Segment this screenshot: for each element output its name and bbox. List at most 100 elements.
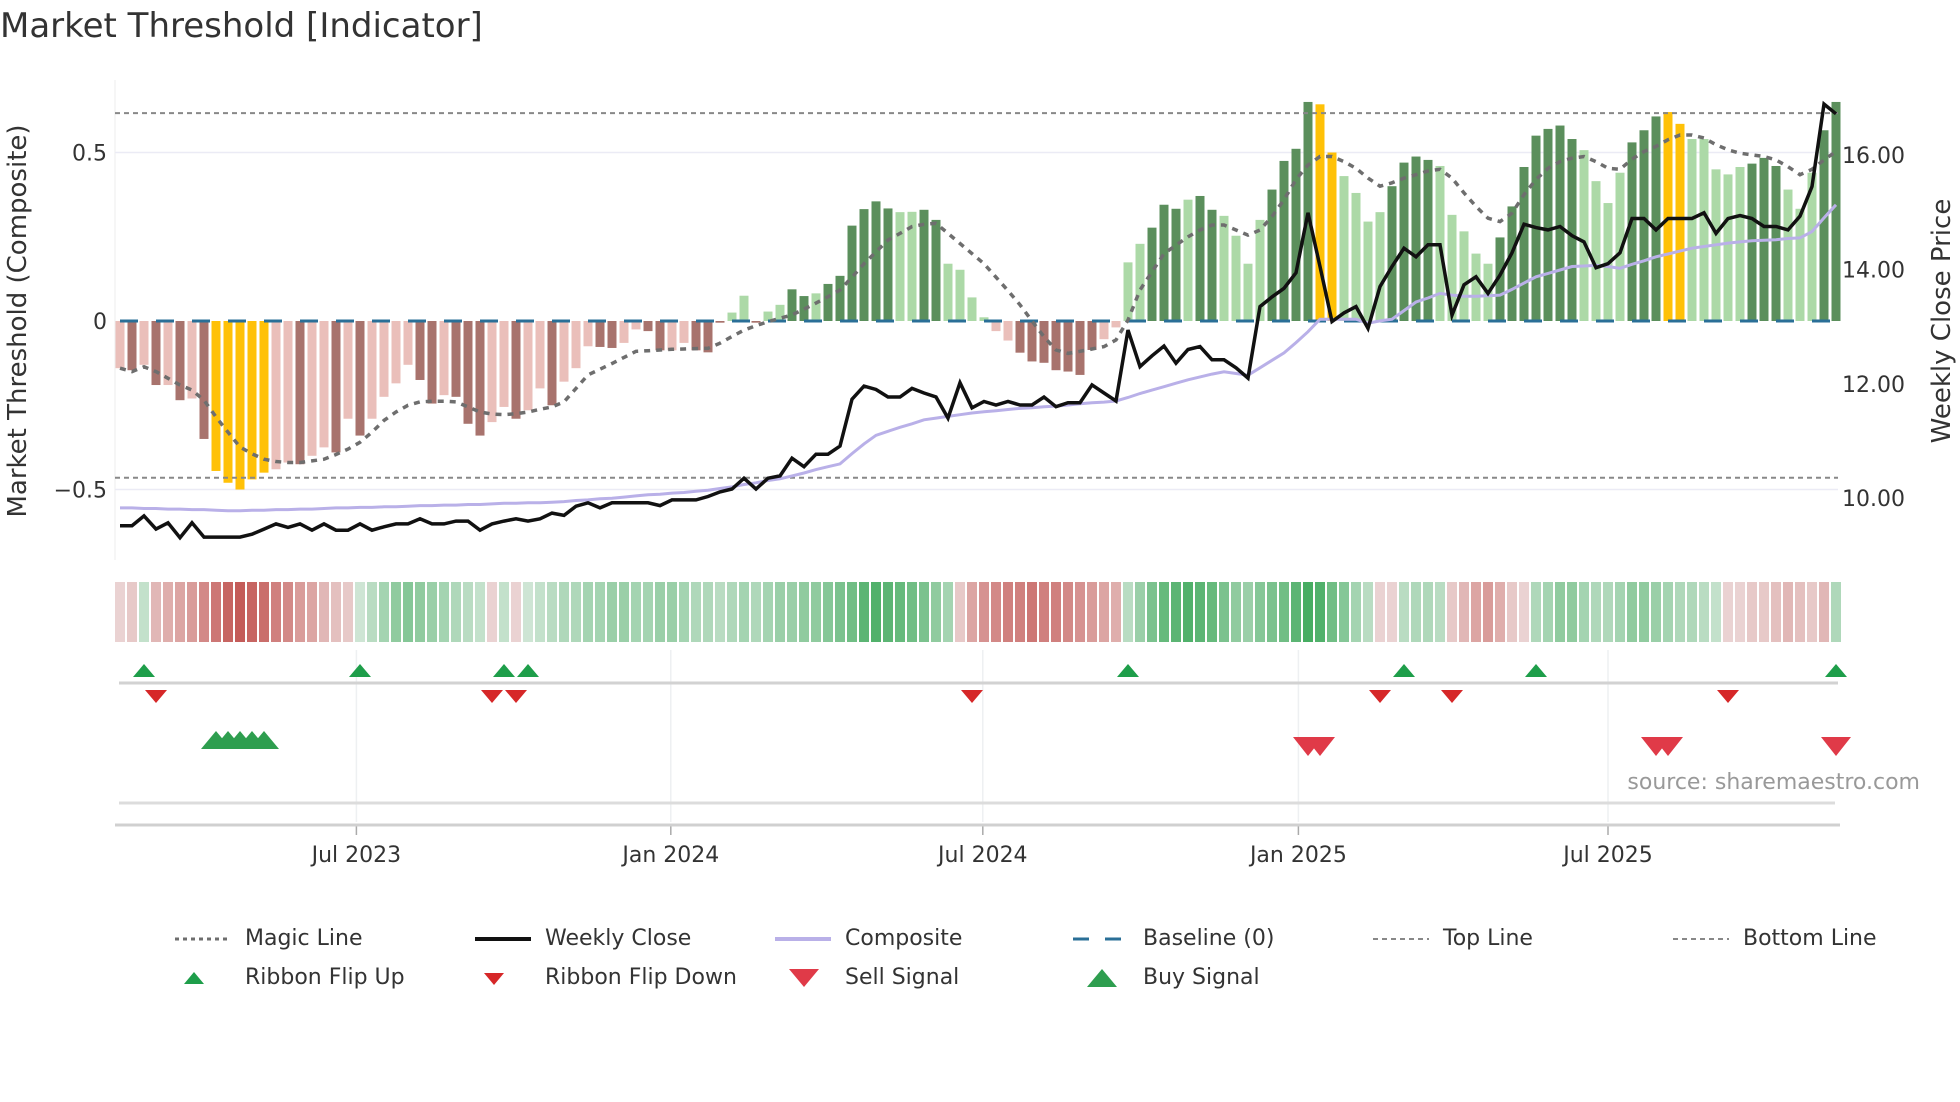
ribbon-cell xyxy=(1099,582,1109,642)
ribbon-cell xyxy=(1603,582,1613,642)
solid-line-icon xyxy=(475,936,531,941)
ribbon-cell xyxy=(1195,582,1205,642)
composite-bar xyxy=(1195,195,1205,321)
ribbon-cell xyxy=(1363,582,1373,642)
ribbon-cell xyxy=(919,582,929,642)
composite-bar xyxy=(1831,101,1841,321)
ribbon-cell xyxy=(871,582,881,642)
ribbon-cell xyxy=(439,582,449,642)
ribbon-cell xyxy=(595,582,605,642)
ribbon-cell xyxy=(1207,582,1217,642)
ribbon-cell xyxy=(727,582,737,642)
ribbon-cell xyxy=(1111,582,1121,642)
ribbon-cell xyxy=(343,582,353,642)
legend-top-line: Top Line xyxy=(1373,926,1533,951)
ribbon-cell xyxy=(739,582,749,642)
composite-bar xyxy=(895,212,905,321)
ribbon-cell xyxy=(655,582,665,642)
composite-bar xyxy=(535,321,545,389)
composite-bar xyxy=(1219,215,1229,321)
composite-bar xyxy=(295,321,305,465)
ribbon-flip-down-marker xyxy=(481,690,503,703)
composite-bar xyxy=(1363,221,1373,321)
ribbon-cell xyxy=(139,582,149,642)
ribbon-cell xyxy=(799,582,809,642)
composite-bar xyxy=(1735,166,1745,321)
composite-bar xyxy=(271,321,281,470)
composite-bar xyxy=(1243,263,1253,321)
triangle-up-icon xyxy=(184,971,204,984)
dashed-line-icon xyxy=(1373,937,1429,940)
ribbon-cell xyxy=(775,582,785,642)
ribbon-cell xyxy=(1375,582,1385,642)
composite-bar xyxy=(1327,152,1337,321)
right-tick-label: 14.00 xyxy=(1842,258,1905,283)
composite-bar xyxy=(1123,262,1133,321)
ribbon-cell xyxy=(403,582,413,642)
ribbon-cell xyxy=(943,582,953,642)
composite-bar xyxy=(1231,235,1241,321)
composite-bar xyxy=(475,321,485,436)
legend-flip-up: Ribbon Flip Up xyxy=(175,965,405,990)
left-tick-label: −0.5 xyxy=(54,479,107,504)
axes: 0.5 0 −0.5 16.00 14.00 12.00 10.00 Jul 2023 Jan … xyxy=(54,142,1905,869)
composite-bar xyxy=(115,321,125,369)
legend-label: Composite xyxy=(845,926,963,951)
composite-bar xyxy=(523,321,533,411)
ribbon-cell xyxy=(415,582,425,642)
ribbon-cell xyxy=(1531,582,1541,642)
ribbon-flip-up-marker xyxy=(1393,664,1415,677)
ribbon-cell xyxy=(679,582,689,642)
composite-bar xyxy=(1567,139,1577,321)
ribbon-cell xyxy=(535,582,545,642)
composite-bar xyxy=(547,321,557,406)
ribbon-cell xyxy=(451,582,461,642)
triangle-up-icon xyxy=(1087,968,1117,987)
composite-bar xyxy=(715,321,725,323)
legend-label: Baseline (0) xyxy=(1143,926,1275,951)
composite-bar xyxy=(355,321,365,436)
composite-bar xyxy=(1771,165,1781,321)
ribbon-cell xyxy=(1015,582,1025,642)
composite-bar xyxy=(1507,206,1517,321)
composite-bar xyxy=(415,321,425,380)
ribbon-cell xyxy=(907,582,917,642)
x-tick-label: Jul 2023 xyxy=(310,843,402,868)
triangle-down-icon xyxy=(484,972,504,985)
ribbon-cell xyxy=(259,582,269,642)
legend-composite: Composite xyxy=(775,926,962,951)
composite-bar xyxy=(223,321,233,483)
composite-bar xyxy=(1639,130,1649,321)
right-tick-label: 16.00 xyxy=(1842,144,1905,169)
ribbon-cell xyxy=(1327,582,1337,642)
ribbon-cell xyxy=(1627,582,1637,642)
ribbon-cell xyxy=(1651,582,1661,642)
composite-bar xyxy=(1411,156,1421,321)
ribbon-cell xyxy=(1807,582,1817,642)
composite-bar xyxy=(931,219,941,321)
ribbon-cell xyxy=(1243,582,1253,642)
ribbon-cell xyxy=(823,582,833,642)
ribbon-cell xyxy=(1555,582,1565,642)
legend-label: Magic Line xyxy=(245,926,363,951)
ribbon-cell xyxy=(283,582,293,642)
ribbon-cell xyxy=(523,582,533,642)
ribbon-cell xyxy=(271,582,281,642)
composite-bar xyxy=(1555,125,1565,321)
ribbon-flip-up-marker xyxy=(1525,664,1547,677)
ribbon-cell xyxy=(1675,582,1685,642)
ribbon-cell xyxy=(1831,582,1841,642)
composite-bar xyxy=(667,321,677,351)
composite-bar xyxy=(1279,160,1289,321)
ribbon-cell xyxy=(1051,582,1061,642)
ribbon-cell xyxy=(691,582,701,642)
composite-bar xyxy=(1003,321,1013,341)
composite-bar xyxy=(1459,231,1469,321)
ribbon-cell xyxy=(1747,582,1757,642)
composite-bar xyxy=(967,297,977,321)
composite-bar xyxy=(163,321,173,386)
ribbon-cell xyxy=(1699,582,1709,642)
composite-bar xyxy=(439,321,449,396)
composite-bar xyxy=(307,321,317,456)
dashed-line-icon xyxy=(1073,937,1129,940)
